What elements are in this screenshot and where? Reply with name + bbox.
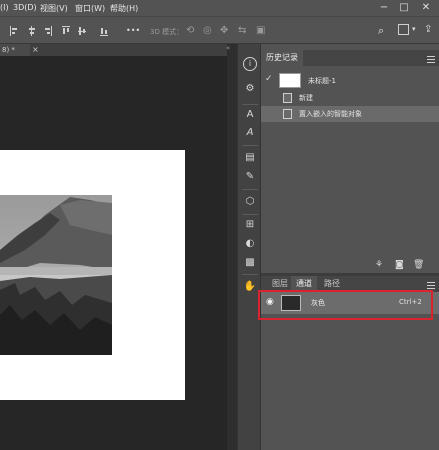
3d-orbit-icon[interactable]: ⟲ xyxy=(186,25,194,36)
document-tab-close-icon[interactable]: × xyxy=(32,44,39,56)
document-tab-label: 8) * xyxy=(2,46,15,54)
right-panel-dock: 历史记录 ✓ 未标题-1 新建 置入嵌入的智能对象 ⚘ ◙ 🗑 图层 通道 路径… xyxy=(261,44,439,450)
paragraph-icon[interactable]: A xyxy=(243,126,257,140)
camera-icon[interactable]: ◙ xyxy=(395,260,404,270)
3d-mode-label: 3D 模式： xyxy=(150,28,184,36)
3d-pan-icon[interactable]: ✥ xyxy=(220,25,228,36)
more-options-button[interactable]: ••• xyxy=(126,26,140,35)
snapshot-label: 未标题-1 xyxy=(308,77,336,85)
align-right-icon[interactable] xyxy=(44,26,52,36)
3d-scale-icon[interactable]: ▣ xyxy=(256,25,265,36)
options-bar: ••• 3D 模式： ⟲ ◎ ✥ ⇆ ▣ ⌕ ▾ ⇪ xyxy=(0,16,439,44)
character-icon[interactable]: A xyxy=(243,108,257,122)
new-document-from-state-icon[interactable]: ⚘ xyxy=(375,260,383,270)
panel-icon-strip: i ⚙ A A ▤ ✎ ⬡ ⊞ ◐ ▩ ✋ xyxy=(237,44,261,450)
panel-gutter xyxy=(227,44,237,450)
align-bottom-icon[interactable] xyxy=(100,26,108,36)
properties-icon[interactable]: ⚙ xyxy=(243,82,257,96)
align-center-icon[interactable] xyxy=(28,26,36,36)
workspace-dropdown-chevron-icon[interactable]: ▾ xyxy=(412,25,416,33)
history-step-label: 新建 xyxy=(299,94,313,102)
workspace-icon[interactable] xyxy=(398,24,409,35)
minimize-button[interactable]: − xyxy=(377,1,391,14)
3d-roll-icon[interactable]: ◎ xyxy=(203,25,212,36)
3d-icon[interactable]: ⬡ xyxy=(243,195,257,209)
menu-item-help[interactable]: 帮助(H) xyxy=(110,3,138,14)
menu-item-3d[interactable]: 3D(D) xyxy=(13,3,37,12)
menu-item-window[interactable]: 窗口(W) xyxy=(75,3,105,14)
align-top-icon[interactable] xyxy=(62,26,70,36)
align-middle-icon[interactable] xyxy=(78,26,86,36)
landscape-image xyxy=(0,195,112,355)
trash-icon[interactable]: 🗑 xyxy=(413,260,424,270)
history-panel-tabbar: 历史记录 xyxy=(261,50,439,66)
menu-item-image[interactable]: (I) xyxy=(0,3,9,12)
swatches-icon[interactable]: ▩ xyxy=(243,256,257,270)
notes-icon[interactable]: ✎ xyxy=(243,170,257,184)
history-menu-icon[interactable] xyxy=(427,54,435,65)
close-window-button[interactable]: ✕ xyxy=(419,1,433,14)
document-tab[interactable]: 8) * xyxy=(0,44,30,56)
styles-icon[interactable]: ◐ xyxy=(243,237,257,251)
collapse-dock-icon[interactable]: « xyxy=(226,44,230,52)
history-snapshot[interactable]: ✓ 未标题-1 xyxy=(261,71,439,91)
history-step-icon xyxy=(283,93,292,103)
history-step[interactable]: 新建 xyxy=(261,90,439,106)
history-step-active[interactable]: 置入嵌入的智能对象 xyxy=(261,106,439,122)
brush-icon[interactable]: ✋ xyxy=(243,280,257,294)
align-left-icon[interactable] xyxy=(10,26,18,36)
3d-slide-icon[interactable]: ⇆ xyxy=(238,25,246,36)
placed-image[interactable] xyxy=(0,195,112,355)
libraries-icon[interactable]: ▤ xyxy=(243,151,257,165)
share-icon[interactable]: ⇪ xyxy=(424,24,432,35)
tab-history[interactable]: 历史记录 xyxy=(261,50,303,66)
snapshot-thumbnail xyxy=(279,73,301,88)
highlight-annotation xyxy=(258,290,433,320)
info-icon[interactable]: i xyxy=(243,57,257,71)
history-step-label: 置入嵌入的智能对象 xyxy=(299,110,362,118)
maximize-button[interactable]: □ xyxy=(397,1,411,14)
search-icon[interactable]: ⌕ xyxy=(378,24,384,38)
history-step-icon xyxy=(283,109,292,119)
adjustments-icon[interactable]: ⊞ xyxy=(243,218,257,232)
menu-item-view[interactable]: 视图(V) xyxy=(40,3,68,14)
menu-bar: (I) 3D(D) 视图(V) 窗口(W) 帮助(H) − □ ✕ xyxy=(0,0,439,16)
history-brush-icon[interactable]: ✓ xyxy=(265,74,273,84)
